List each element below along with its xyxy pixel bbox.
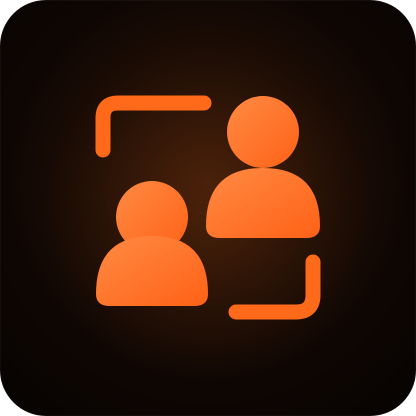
corner-bracket-top-left [95, 95, 212, 158]
person-front-icon [96, 181, 208, 306]
person-back-icon [206, 96, 320, 238]
switch-user-icon [95, 95, 321, 320]
app-icon[interactable] [0, 0, 416, 416]
corner-bracket-bottom-right [228, 254, 321, 320]
